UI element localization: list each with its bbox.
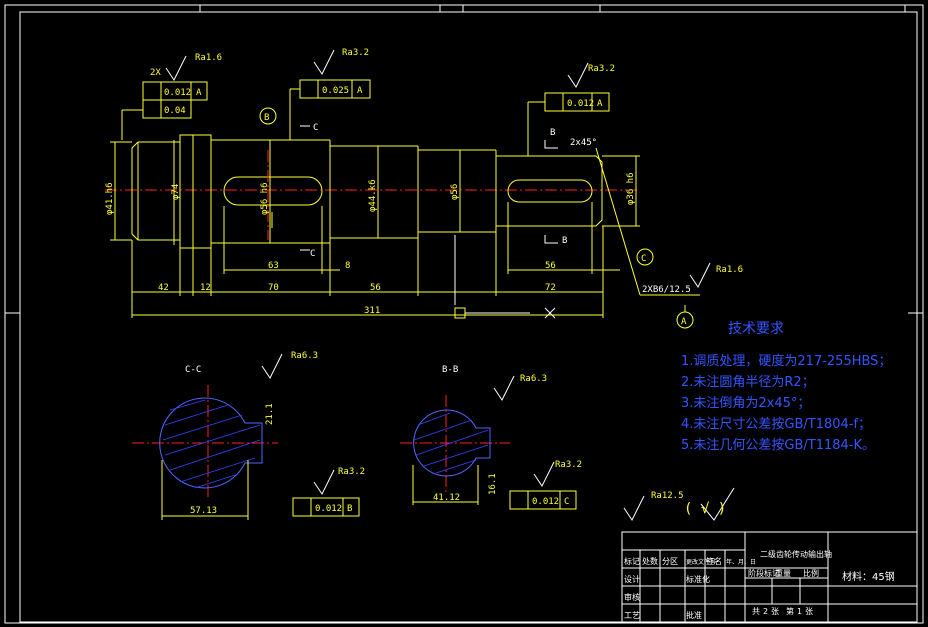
roughness-label-4: Ra1.6 [716,265,743,275]
tb-standard: 标准化 [686,574,710,584]
tol-ref-1a: A [196,88,202,98]
tb-sheets-label: 共 [752,607,760,616]
roughness-label-1: Ra1.6 [195,53,222,63]
tol-value-4: 0.012 [315,504,342,514]
tol-value-1b: 0.04 [164,106,186,116]
tb-sheet-unit: 张 [805,607,813,616]
tb-sheets-total: 2 [763,607,768,616]
tech-item-4: 4.未注尺寸公差按GB/T1804-f； [681,417,871,432]
roughness-label-5: Ra6.3 [291,351,318,361]
section-mark-c-bottom: C [310,249,315,259]
dim-total-length: 311 [364,306,380,316]
dim-keyway-length: 63 [268,261,279,271]
tb-sheet-label: 第 [786,606,794,616]
dim-d2: φ56 h6 [260,182,270,215]
roughness-check-text: ( √ ) [684,501,726,517]
tb-zone: 分区 [662,557,678,566]
roughness-label-8: Ra3.2 [555,460,582,470]
dim-8: 8 [345,261,350,271]
tol-ref-2: A [357,86,363,96]
keyway-2 [507,179,593,203]
dim-d-collar: φ74 [171,184,181,200]
section-mark-c-top: C [313,123,318,133]
section-mark-b-top: B [550,128,555,138]
roughness-label-3: Ra3.2 [588,64,615,74]
dim-d1: φ41.h6 [105,182,115,215]
tol-value-2: 0.025 [322,86,349,96]
dim-72: 72 [545,283,556,293]
section-bb-key-depth: 16.1 [488,473,498,495]
tol-value-5: 0.012 [532,497,559,507]
section-bb-width: 41.12 [433,493,460,503]
tb-mark: 标记 [624,556,640,566]
tb-scale: 比例 [803,568,819,578]
tb-weight: 重量 [775,568,791,578]
cad-drawing-canvas[interactable]: φ41.h6 φ74 φ56 h6 φ44.k6 φ56 φ36 h6 63 8… [0,0,928,627]
dim-42: 42 [158,283,169,293]
section-cc-width: 57.13 [190,506,217,516]
tol-prefix: 2X [150,68,161,78]
tb-count: 处数 [642,556,658,566]
tb-design: 设计 [624,574,640,584]
dim-chamfer: 2x45° [570,138,597,148]
keyway-1 [223,176,323,206]
tech-title: 技术要求 [728,321,784,337]
dimension-lines [110,140,700,319]
datum-marks: A B C C C B B [259,107,694,329]
tech-item-2: 2.未注圆角半径为R2； [681,375,815,390]
tb-process: 工艺 [624,611,640,620]
tol-ref-5: C [564,497,569,507]
title-material: 材料：45钢 [842,570,895,583]
datum-c: C [641,254,646,264]
section-mark-b-bottom: B [562,236,567,246]
tol-ref-4: B [347,504,352,514]
tol-ref-3: A [597,99,603,109]
tol-value-3: 0.012 [567,99,594,109]
dim-d4: φ56 [450,184,460,200]
dim-56a: 56 [370,283,381,293]
roughness-label-general: Ra12.5 [651,491,684,501]
dim-70: 70 [268,283,279,293]
technical-requirements: 技术要求 1.调质处理，硬度为217-255HBS； 2.未注圆角半径为R2； … [681,321,891,453]
dim-d5: φ36 h6 [626,172,636,205]
title-block: 二级齿轮传动输出轴 材料：45钢 标记 处数 分区 更改文件号 签名 年、月、日… [621,531,918,623]
roughness-label-7: Ra6.3 [520,374,547,384]
dim-d3: φ44.k6 [368,179,378,212]
tech-item-1: 1.调质处理，硬度为217-255HBS； [681,353,891,369]
tol-value-1a: 0.012 [164,88,191,98]
section-b-b-label: B-B [442,365,458,375]
tech-item-5: 5.未注几何公差按GB/T1184-K。 [681,437,875,453]
section-c-c-label: C-C [185,365,201,375]
roughness-label-6: Ra3.2 [338,467,365,477]
dim-center-hole: 2XB6/12.5 [642,285,691,295]
roughness-label-2: Ra3.2 [342,48,369,58]
tb-sign: 签名 [706,556,722,566]
tb-review: 审核 [624,592,640,602]
tech-item-3: 3.未注倒角为2x45°； [681,396,810,411]
title-part-name: 二级齿轮传动输出轴 [760,549,832,559]
tb-sheets-unit: 张 [771,607,779,616]
tb-sheet-number: 1 [797,607,802,616]
section-cc-key-depth: 21.1 [265,403,275,425]
tb-date: 年、月、日 [726,558,756,566]
datum-a: A [681,317,687,327]
dim-56b: 56 [545,261,556,271]
tb-approve: 批准 [686,610,702,620]
dim-12: 12 [200,283,211,293]
section-b-b: B-B 41.12 16.1 [400,365,510,505]
section-c-c: C-C 57.13 21.1 [132,365,278,520]
datum-b: B [264,113,269,123]
